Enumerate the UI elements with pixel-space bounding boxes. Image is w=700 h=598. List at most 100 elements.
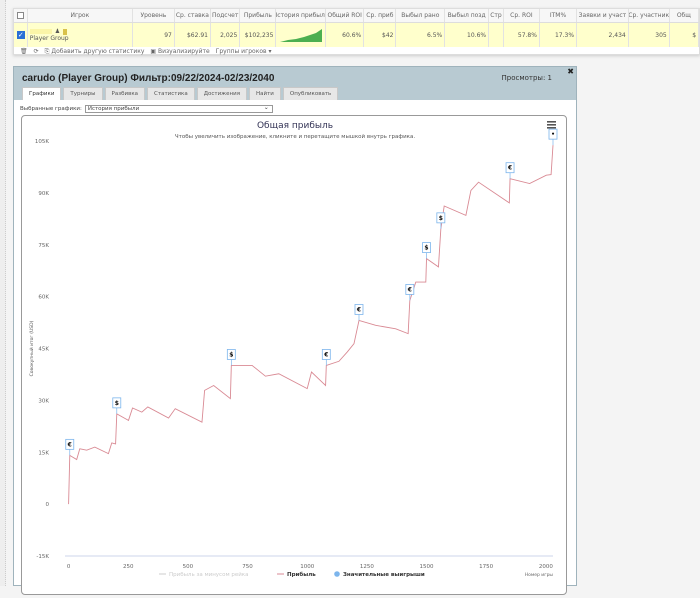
column-header[interactable]: Ср. участник — [629, 9, 670, 22]
cell-str — [489, 23, 504, 47]
column-header[interactable]: Ср. приб — [364, 9, 397, 22]
column-header[interactable]: Ср. ставка — [175, 9, 211, 22]
player-icon: ♟ — [54, 28, 61, 35]
y-tick-label: 105K — [35, 139, 49, 145]
player-groups-dropdown[interactable]: Группы игроков ▾ — [216, 48, 272, 55]
refresh-icon[interactable]: ⟳ — [34, 48, 39, 55]
x-tick-label: 750 — [242, 564, 253, 570]
hamburger-icon[interactable] — [547, 121, 556, 129]
chart-title: Общая прибыль — [257, 121, 333, 131]
chart-selector-value: История прибыли — [87, 106, 140, 112]
big-win-symbol: € — [323, 351, 328, 358]
big-win-symbol: € — [356, 306, 361, 313]
trash-icon[interactable]: 🗑 — [20, 48, 28, 55]
y-tick-label: 0 — [46, 502, 50, 508]
tab-2[interactable]: Разбивка — [104, 87, 146, 100]
chart-selector-row: Выбранные графики: История прибыли ⌄ — [20, 105, 273, 113]
profit-line — [68, 145, 554, 505]
dialog-tabs: Графики Турниры Разбивка Статистика Достижен… — [22, 87, 339, 100]
big-win-symbol: $ — [229, 351, 233, 358]
y-tick-label: 15K — [38, 450, 49, 456]
profit-history-sparkline — [276, 23, 327, 47]
y-axis-label: Совокупный итог (USD) — [28, 320, 35, 376]
x-tick-label: 1500 — [420, 564, 434, 570]
player-cell[interactable]: ♟ Player Group — [28, 23, 133, 47]
cell-avg-roi: 57.8% — [504, 23, 540, 47]
column-header[interactable]: Выбыл рано — [396, 9, 446, 22]
column-header[interactable]: История прибыли — [276, 9, 327, 22]
cell-late: 10.6% — [445, 23, 490, 47]
cell-itm: 17.3% — [540, 23, 578, 47]
add-stats-label: Добавить другую статистику — [51, 47, 145, 55]
legend-wins: Значительные выигрыши — [343, 572, 425, 578]
column-header[interactable]: ITM% — [540, 9, 578, 22]
profit-chart[interactable]: Общая прибыль Чтобы увеличить изображение… — [21, 115, 567, 595]
x-tick-label: 1000 — [300, 564, 314, 570]
add-stats-button[interactable]: ⎘ Добавить другую статистику — [45, 48, 145, 56]
player-group-label: Player Group — [29, 35, 69, 42]
column-header[interactable]: Ср. ROI — [504, 9, 540, 22]
chart-subtitle: Чтобы увеличить изображение, кликните и … — [175, 133, 415, 140]
select-all-checkbox[interactable] — [14, 9, 28, 22]
x-tick-label: 500 — [183, 564, 194, 570]
column-header[interactable]: Стр — [489, 9, 504, 22]
x-tick-label: 1750 — [479, 564, 493, 570]
x-tick-label: 250 — [123, 564, 134, 570]
chart-svg[interactable]: Общая прибыль Чтобы увеличить изображение… — [22, 116, 568, 596]
x-tick-label: 1250 — [360, 564, 374, 570]
column-header[interactable]: Заявки и участ — [577, 9, 629, 22]
y-tick-label: 60K — [38, 295, 49, 301]
chart-selector-label: Выбранные графики: — [20, 106, 82, 112]
player-name-blurred — [29, 29, 52, 34]
table-header: ИгрокУровеньСр. ставкаПодсчетПрибыльИсто… — [14, 9, 700, 23]
y-tick-label: 75K — [38, 243, 49, 249]
badge-icon — [63, 28, 68, 35]
row-checkbox[interactable]: ✓ — [14, 23, 28, 47]
column-header[interactable]: Уровень — [133, 9, 175, 22]
close-icon[interactable]: ✖ — [567, 67, 574, 76]
tab-1[interactable]: Турниры — [63, 87, 103, 100]
views-count: Просмотры: 1 — [501, 74, 553, 82]
stats-table: ИгрокУровеньСр. ставкаПодсчетПрибыльИсто… — [13, 8, 700, 55]
cell-avg-profit: $42 — [364, 23, 397, 47]
big-win-symbol: € — [507, 165, 512, 172]
visualize-button[interactable]: ▣ Визуализируйте — [150, 48, 209, 55]
cell-entries: 2,434 — [577, 23, 629, 47]
x-axis-label: Номер игры — [525, 572, 554, 578]
chevron-down-icon: ⌄ — [263, 104, 269, 111]
cell-early: 6.5% — [396, 23, 446, 47]
cell-total-roi: 60.6% — [326, 23, 365, 47]
column-header[interactable]: Общий ROI — [326, 9, 365, 22]
cell-count: 2,025 — [211, 23, 241, 47]
column-header[interactable]: Общ — [670, 9, 700, 22]
tab-3[interactable]: Статистика — [147, 87, 195, 100]
y-tick-label: 45K — [38, 347, 49, 353]
big-win-symbol: • — [551, 131, 555, 138]
chart-selector[interactable]: История прибыли ⌄ — [84, 104, 273, 113]
tab-4[interactable]: Достижения — [196, 87, 248, 100]
table-row[interactable]: ✓ ♟ Player Group 97 $62.91 2,025 $102,235 60.6%… — [14, 23, 700, 47]
dialog-title: carudo (Player Group) Фильтр:09/22/2024-… — [22, 73, 275, 84]
y-tick-label: 90K — [38, 191, 49, 197]
big-win-symbol: € — [67, 441, 72, 448]
x-tick-label: 2000 — [539, 564, 553, 570]
column-header[interactable]: Выбыл позд — [445, 9, 490, 22]
column-header[interactable]: Игрок — [28, 9, 133, 22]
column-header[interactable]: Прибыль — [240, 9, 277, 22]
tab-6[interactable]: Опубликовать — [282, 87, 339, 100]
y-tick-label: 30K — [38, 398, 49, 404]
big-win-symbol: $ — [115, 400, 119, 407]
big-win-symbol: $ — [439, 215, 443, 222]
cell-avg-players: 305 — [629, 23, 670, 47]
big-win-symbol: $ — [424, 245, 428, 252]
cell-avg-stake: $62.91 — [175, 23, 211, 47]
sparkline — [280, 29, 323, 42]
cell-level: 97 — [133, 23, 175, 47]
big-win-symbol: € — [407, 286, 412, 293]
tab-0[interactable]: Графики — [22, 87, 62, 100]
tab-5[interactable]: Найти — [249, 87, 281, 100]
column-header[interactable]: Подсчет — [211, 9, 241, 22]
page-edge — [0, 0, 6, 586]
table-toolbar: 🗑 ⟳ ⎘ Добавить другую статистику ▣ Визуа… — [14, 47, 271, 56]
legend-profit: Прибыль — [287, 571, 316, 578]
